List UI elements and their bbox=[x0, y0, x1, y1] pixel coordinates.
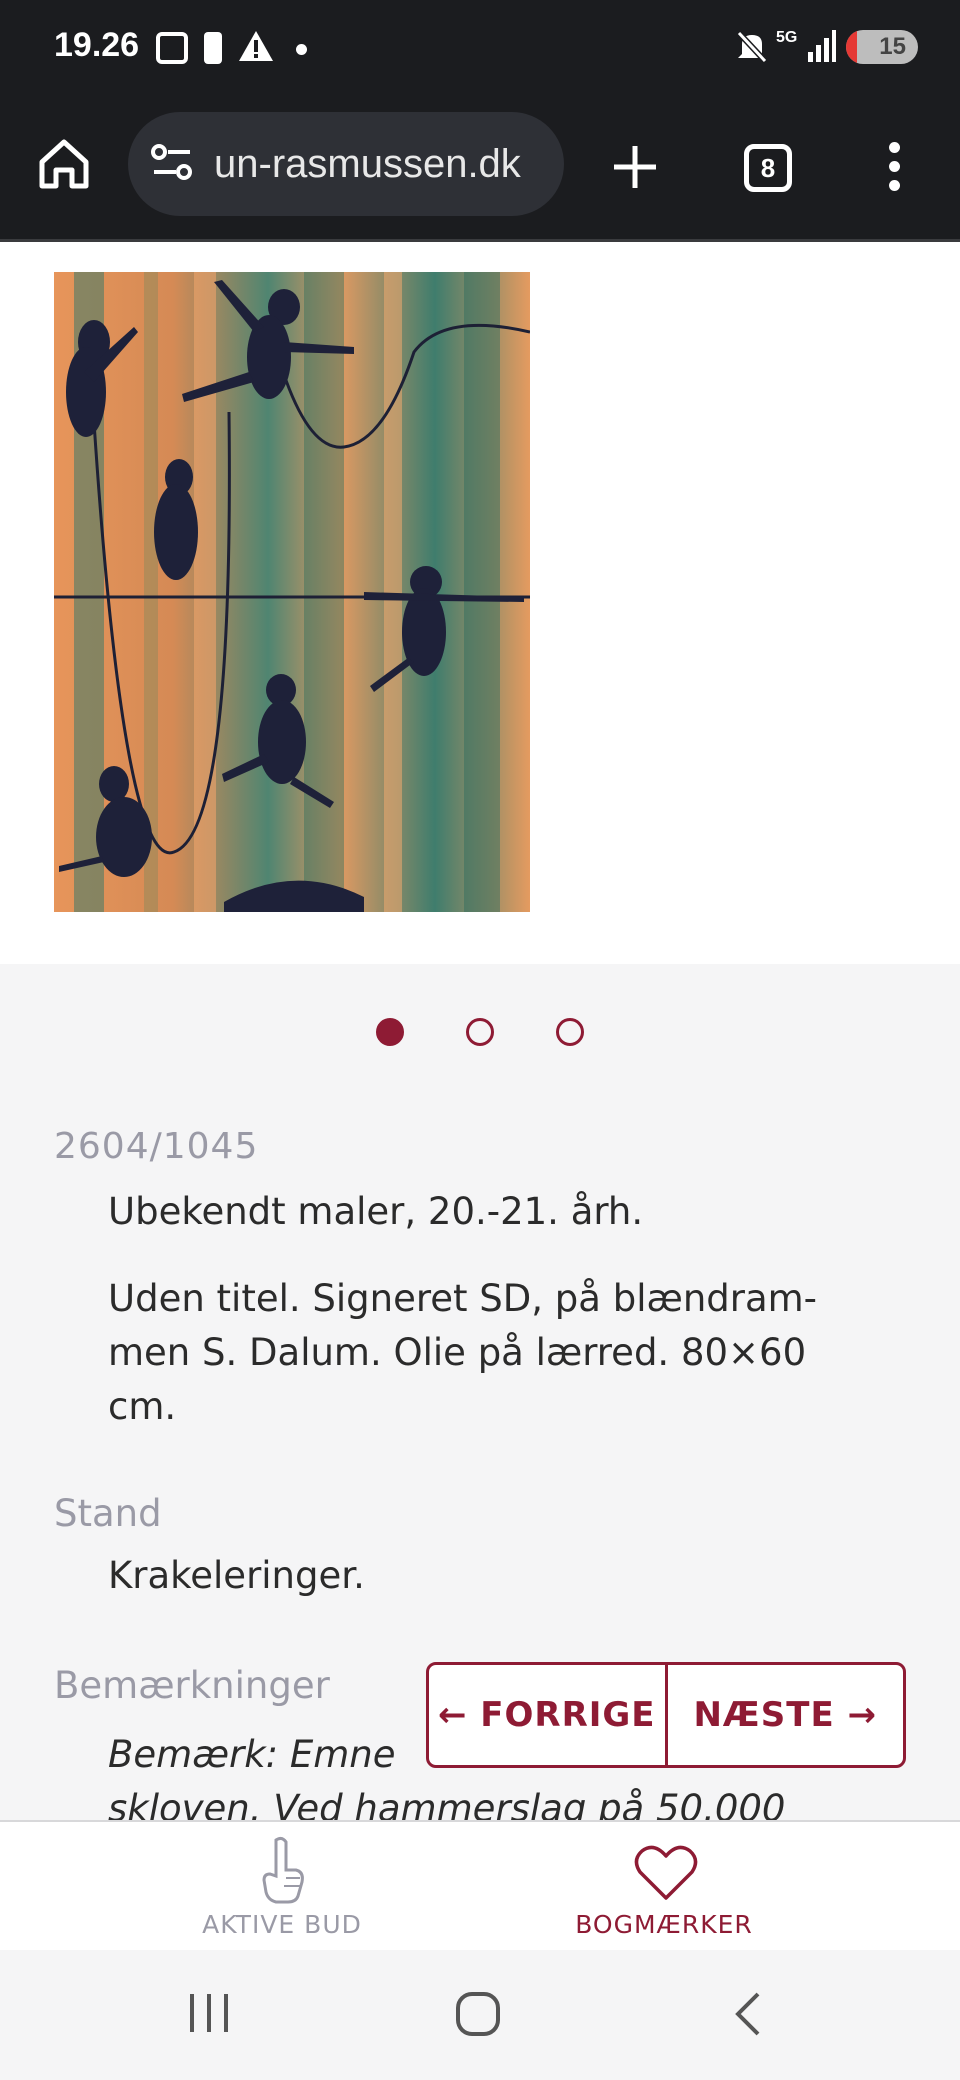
screenshot-icon bbox=[156, 32, 188, 64]
carousel-dot[interactable] bbox=[376, 1018, 404, 1046]
nav-active-bids-label: AKTIVE BUD bbox=[202, 1910, 362, 1939]
notification-dot-icon bbox=[296, 44, 307, 55]
condition-label: Stand bbox=[54, 1492, 162, 1535]
carousel-dot[interactable] bbox=[466, 1018, 494, 1046]
next-lot-button[interactable]: NÆSTE → bbox=[668, 1665, 904, 1765]
lot-painting-image[interactable] bbox=[54, 272, 530, 912]
url-text[interactable]: un-rasmussen.dk bbox=[214, 142, 521, 187]
browser-menu-icon[interactable] bbox=[886, 142, 902, 192]
lot-pager: ← FORRIGE NÆSTE → bbox=[426, 1662, 906, 1768]
back-icon[interactable] bbox=[730, 1990, 766, 2038]
app-bottom-nav: AKTIVE BUD BOGMÆRKER bbox=[0, 1820, 960, 1950]
home-icon[interactable] bbox=[36, 136, 92, 192]
description-line: men S. Dalum. Olie på lærred. 80×60 bbox=[108, 1331, 807, 1374]
mute-icon bbox=[736, 30, 768, 64]
status-time: 19.26 bbox=[54, 26, 140, 64]
browser-toolbar: un-rasmussen.dk 8 bbox=[0, 100, 960, 242]
recent-apps-icon[interactable] bbox=[186, 1990, 232, 2036]
home-circle-icon[interactable] bbox=[454, 1990, 502, 2038]
site-settings-icon[interactable] bbox=[150, 142, 194, 182]
raised-finger-icon bbox=[262, 1836, 304, 1904]
nav-bookmarks-label: BOGMÆRKER bbox=[575, 1910, 753, 1939]
previous-lot-button[interactable]: ← FORRIGE bbox=[429, 1665, 665, 1765]
remarks-label: Bemærkninger bbox=[54, 1664, 330, 1707]
nav-bookmarks[interactable]: BOGMÆRKER bbox=[514, 1822, 814, 1952]
carousel-pagination bbox=[0, 1018, 960, 1050]
description-line: Uden titel. Signeret SD, på blændram- bbox=[108, 1277, 818, 1320]
lot-detail-page: 2604/1045 Ubekendt maler, 20.-21. årh. U… bbox=[0, 242, 960, 1820]
battery-level: 15 bbox=[879, 33, 906, 60]
condition-text: Krakeleringer. bbox=[108, 1554, 365, 1597]
new-tab-icon[interactable] bbox=[610, 142, 660, 192]
description-line: cm. bbox=[108, 1385, 177, 1428]
alert-battery-icon bbox=[204, 32, 222, 64]
image-carousel[interactable] bbox=[0, 242, 960, 964]
lot-description: Uden titel. Signeret SD, på blændram- me… bbox=[108, 1272, 908, 1434]
signal-icon bbox=[808, 30, 836, 62]
status-bar: 19.26 5G 15 bbox=[0, 0, 960, 100]
address-bar[interactable]: un-rasmussen.dk bbox=[128, 112, 564, 216]
warning-icon bbox=[239, 31, 273, 61]
network-type: 5G bbox=[776, 29, 798, 46]
battery-fill bbox=[846, 30, 857, 64]
lot-number: 2604/1045 bbox=[54, 1126, 259, 1167]
heart-icon bbox=[634, 1845, 698, 1900]
carousel-dot[interactable] bbox=[556, 1018, 584, 1046]
artist-name: Ubekendt maler, 20.-21. årh. bbox=[108, 1190, 644, 1233]
nav-active-bids[interactable]: AKTIVE BUD bbox=[132, 1822, 432, 1952]
tab-switcher-button[interactable]: 8 bbox=[744, 144, 792, 192]
remark-line: skloven. Ved hammerslag på 50.000 bbox=[108, 1787, 786, 1820]
system-navigation-bar bbox=[0, 1950, 960, 2080]
battery-indicator: 15 bbox=[846, 30, 918, 64]
